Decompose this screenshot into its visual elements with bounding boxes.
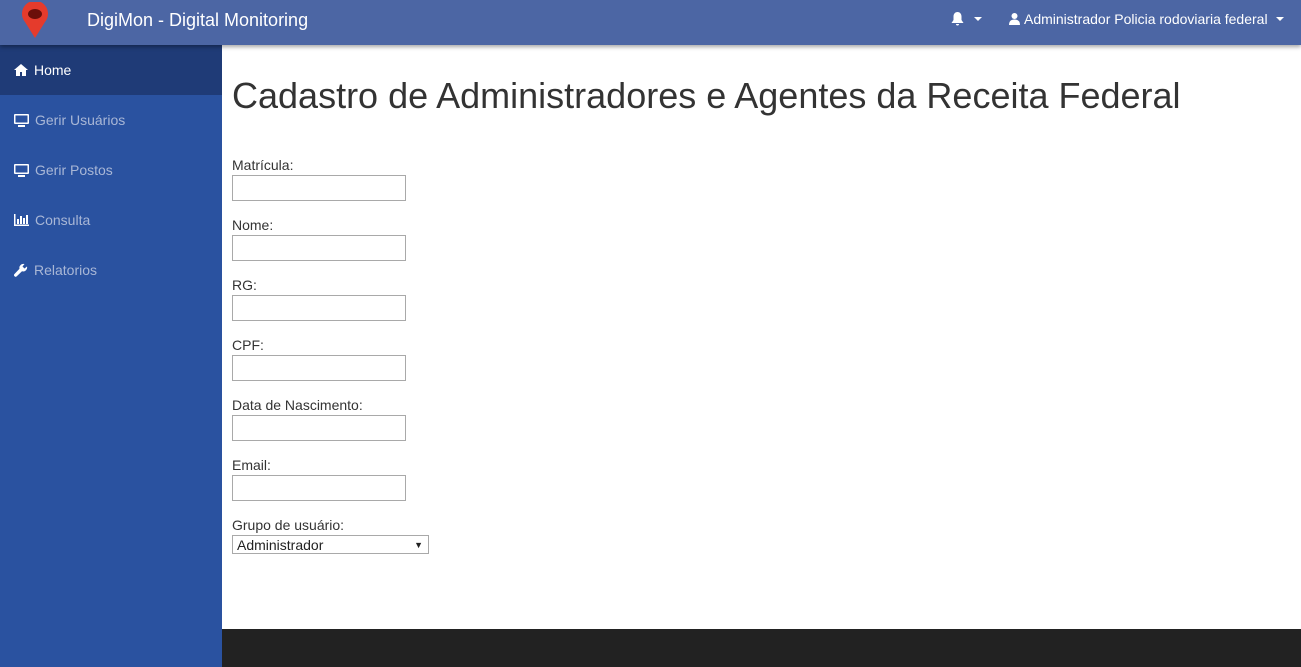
- user-dropdown[interactable]: Administrador Policia rodoviaria federal: [1009, 11, 1284, 27]
- cpf-label: CPF:: [232, 337, 264, 353]
- user-name: Administrador Policia rodoviaria federal: [1024, 11, 1268, 27]
- top-navbar: DigiMon - Digital Monitoring Administrad…: [0, 0, 1301, 45]
- matricula-input[interactable]: [232, 175, 406, 201]
- home-icon: [14, 64, 28, 76]
- user-group-value: Administrador: [237, 536, 324, 553]
- caret-down-icon: [974, 17, 982, 21]
- sidebar-item-label: Home: [34, 62, 72, 78]
- main-content: Cadastro de Administradores e Agentes da…: [232, 45, 1181, 570]
- bell-icon: [951, 12, 964, 26]
- email-label: Email:: [232, 457, 271, 473]
- cpf-input[interactable]: [232, 355, 406, 381]
- caret-down-icon: [1275, 17, 1284, 21]
- sidebar-item-relatorios[interactable]: Relatorios: [0, 245, 222, 295]
- sidebar: Home Gerir Usuários Gerir Postos Consult…: [0, 45, 222, 667]
- registration-form: Matrícula: Nome: RG: CPF: Data de Nascim…: [232, 157, 1181, 554]
- monitor-icon: [14, 163, 29, 177]
- sidebar-item-label: Consulta: [35, 212, 91, 228]
- rg-input[interactable]: [232, 295, 406, 321]
- sidebar-item-label: Relatorios: [34, 262, 98, 278]
- user-group-select[interactable]: Administrador ▼: [232, 535, 429, 554]
- user-group-label: Grupo de usuário:: [232, 517, 345, 533]
- sidebar-item-gerir-usuarios[interactable]: Gerir Usuários: [0, 95, 222, 145]
- matricula-label: Matrícula:: [232, 157, 294, 173]
- monitor-icon: [14, 113, 29, 127]
- nome-label: Nome:: [232, 217, 274, 233]
- sidebar-item-gerir-postos[interactable]: Gerir Postos: [0, 145, 222, 195]
- dropdown-arrow-icon: ▼: [414, 539, 423, 550]
- map-pin-logo-icon: [22, 2, 48, 38]
- nome-input[interactable]: [232, 235, 406, 261]
- sidebar-item-label: Gerir Postos: [35, 162, 113, 178]
- footer: [222, 629, 1301, 667]
- birthdate-input[interactable]: [232, 415, 406, 441]
- bar-chart-icon: [14, 214, 29, 226]
- page-title: Cadastro de Administradores e Agentes da…: [232, 75, 1181, 116]
- wrench-icon: [14, 263, 28, 277]
- birthdate-label: Data de Nascimento:: [232, 397, 363, 413]
- rg-label: RG:: [232, 277, 257, 293]
- notifications-dropdown[interactable]: [951, 12, 982, 26]
- user-icon: [1009, 13, 1020, 25]
- sidebar-item-consulta[interactable]: Consulta: [0, 195, 222, 245]
- sidebar-item-label: Gerir Usuários: [35, 112, 126, 128]
- email-input[interactable]: [232, 475, 406, 501]
- brand-link[interactable]: DigiMon - Digital Monitoring: [87, 10, 308, 31]
- sidebar-item-home[interactable]: Home: [0, 45, 222, 95]
